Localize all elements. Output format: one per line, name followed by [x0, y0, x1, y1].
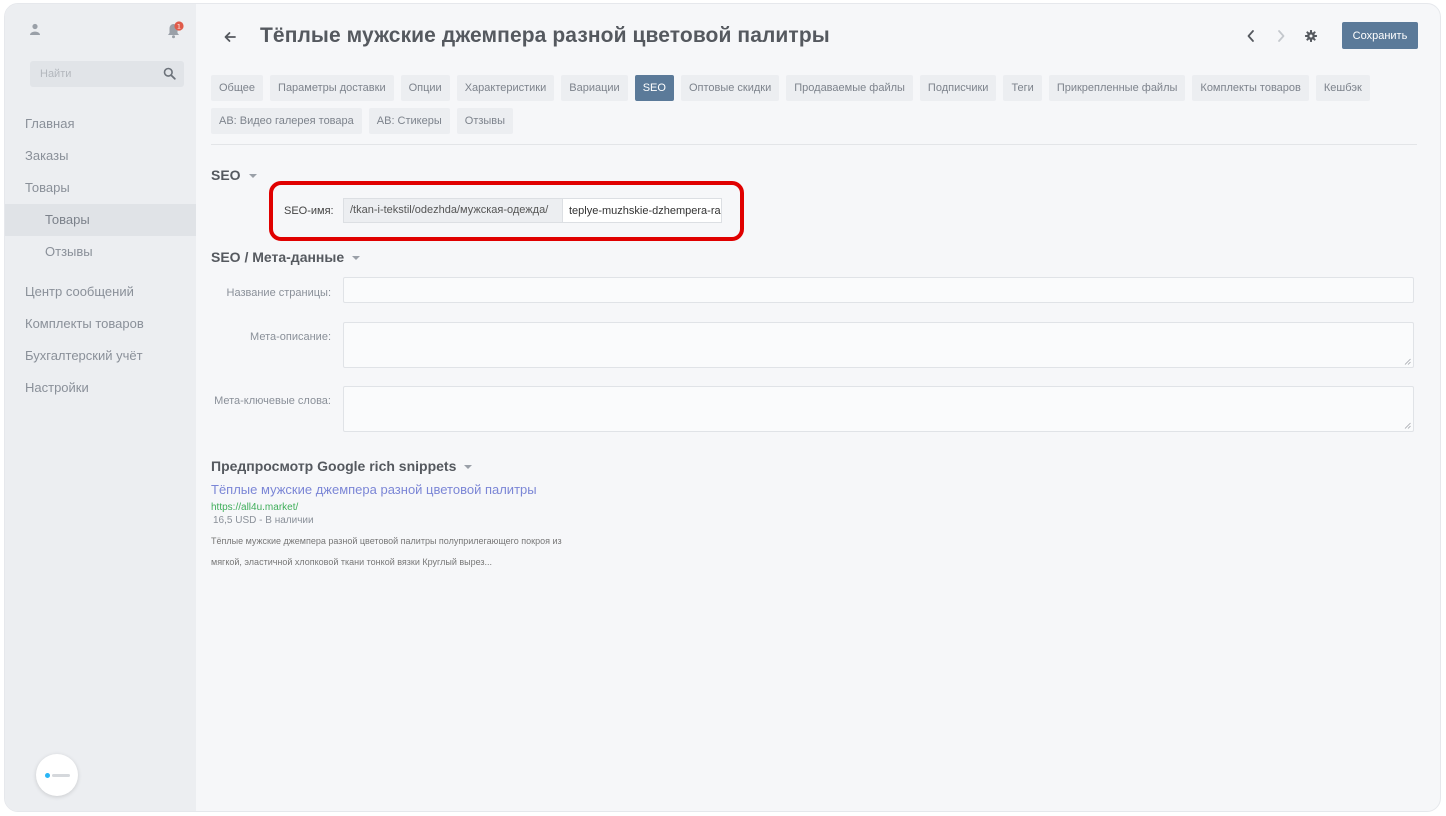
seo-name-label: SEO-имя:	[284, 205, 334, 217]
tab-general[interactable]: Общее	[211, 75, 264, 101]
resize-handle-icon[interactable]	[1404, 358, 1411, 365]
logo-dot	[45, 773, 50, 778]
tab-tags[interactable]: Теги	[1003, 75, 1042, 101]
caret-down-icon	[464, 465, 473, 470]
preview-section-title: Предпросмотр Google rich snippets	[211, 458, 457, 474]
app-window: 1 Главная Заказы Товары Товары Отзывы Це…	[4, 3, 1441, 812]
tab-shipping-params[interactable]: Параметры доставки	[270, 75, 394, 101]
sidebar-subitem-reviews[interactable]: Отзывы	[5, 236, 196, 268]
tab-product-bundles[interactable]: Комплекты товаров	[1192, 75, 1309, 101]
tab-subscribers[interactable]: Подписчики	[919, 75, 997, 101]
sidebar-item-products[interactable]: Товары	[5, 172, 196, 204]
meta-description-textarea[interactable]	[343, 322, 1414, 368]
snippet-description: Тёплые мужские джемпера разной цветовой …	[211, 531, 611, 573]
meta-keywords-textarea[interactable]	[343, 386, 1414, 432]
meta-description-label: Мета-описание:	[250, 331, 331, 343]
back-arrow-icon[interactable]	[223, 30, 237, 44]
caret-down-icon	[248, 174, 257, 179]
sidebar-item-orders[interactable]: Заказы	[5, 140, 196, 172]
sidebar-nav: Главная Заказы Товары Товары Отзывы Цент…	[5, 108, 196, 404]
notification-count: 1	[177, 22, 181, 30]
sidebar: 1 Главная Заказы Товары Товары Отзывы Це…	[5, 4, 196, 811]
snippet-price: 16,5 USD - В наличии	[213, 515, 314, 526]
brand-logo[interactable]	[36, 754, 78, 796]
sidebar-item-message-center[interactable]: Центр сообщений	[5, 276, 196, 308]
search-icon[interactable]	[163, 67, 176, 80]
seo-name-prefix: /tkan-i-tekstil/odezhda/мужская-одежда/	[343, 198, 562, 223]
seo-name-input[interactable]	[562, 198, 722, 223]
tab-wholesale-discounts[interactable]: Оптовые скидки	[680, 75, 780, 101]
sidebar-item-settings[interactable]: Настройки	[5, 372, 196, 404]
tab-attached-files[interactable]: Прикрепленные файлы	[1048, 75, 1186, 101]
user-icon[interactable]	[29, 23, 41, 35]
preview-section-header[interactable]: Предпросмотр Google rich snippets	[211, 458, 473, 474]
page-header: Тёплые мужские джемпера разной цветовой …	[196, 4, 1440, 70]
tab-stickers[interactable]: AB: Стикеры	[368, 108, 450, 134]
tab-bar: Общее Параметры доставки Опции Характери…	[211, 75, 1421, 134]
tab-reviews[interactable]: Отзывы	[456, 108, 514, 134]
snippet-description-line: мягкой, эластичной хлопковой ткани тонко…	[211, 557, 493, 567]
tab-sellable-files[interactable]: Продаваемые файлы	[786, 75, 913, 101]
main-content: Тёплые мужские джемпера разной цветовой …	[196, 4, 1440, 811]
sidebar-item-product-bundles[interactable]: Комплекты товаров	[5, 308, 196, 340]
meta-keywords-label: Мета-ключевые слова:	[214, 395, 331, 407]
caret-down-icon	[352, 256, 361, 261]
seo-section-header[interactable]: SEO	[211, 167, 257, 183]
page-title-label: Название страницы:	[226, 287, 331, 299]
resize-handle-icon[interactable]	[1404, 422, 1411, 429]
tab-variations[interactable]: Вариации	[561, 75, 628, 101]
save-button[interactable]: Сохранить	[1342, 22, 1418, 49]
sidebar-subitem-products[interactable]: Товары	[5, 204, 196, 236]
snippet-title: Тёплые мужские джемпера разной цветовой …	[211, 482, 537, 497]
snippet-url: https://all4u.market/	[211, 502, 299, 513]
meta-section-title: SEO / Мета-данные	[211, 249, 345, 265]
sidebar-top: 1	[5, 21, 196, 41]
meta-section-header[interactable]: SEO / Мета-данные	[211, 249, 361, 265]
logo-bar	[52, 774, 70, 777]
tab-video-gallery[interactable]: AB: Видео галерея товара	[211, 108, 362, 134]
seo-section-title: SEO	[211, 167, 241, 183]
gear-icon[interactable]	[1304, 29, 1318, 43]
snippet-description-line: Тёплые мужские джемпера разной цветовой …	[211, 536, 562, 546]
tab-features[interactable]: Характеристики	[456, 75, 555, 101]
chevron-left-icon[interactable]	[1245, 29, 1257, 43]
bell-icon[interactable]: 1	[165, 21, 185, 39]
chevron-right-icon[interactable]	[1275, 29, 1287, 43]
sidebar-search	[30, 61, 184, 87]
sidebar-item-accounting[interactable]: Бухгалтерский учёт	[5, 340, 196, 372]
tab-cashback[interactable]: Кешбэк	[1315, 75, 1370, 101]
page-title-input[interactable]	[343, 277, 1414, 303]
tabs-divider	[211, 144, 1417, 145]
tab-options[interactable]: Опции	[400, 75, 450, 101]
sidebar-item-home[interactable]: Главная	[5, 108, 196, 140]
tab-seo[interactable]: SEO	[634, 75, 674, 101]
search-input[interactable]	[30, 61, 150, 87]
page-title: Тёплые мужские джемпера разной цветовой …	[260, 24, 830, 47]
